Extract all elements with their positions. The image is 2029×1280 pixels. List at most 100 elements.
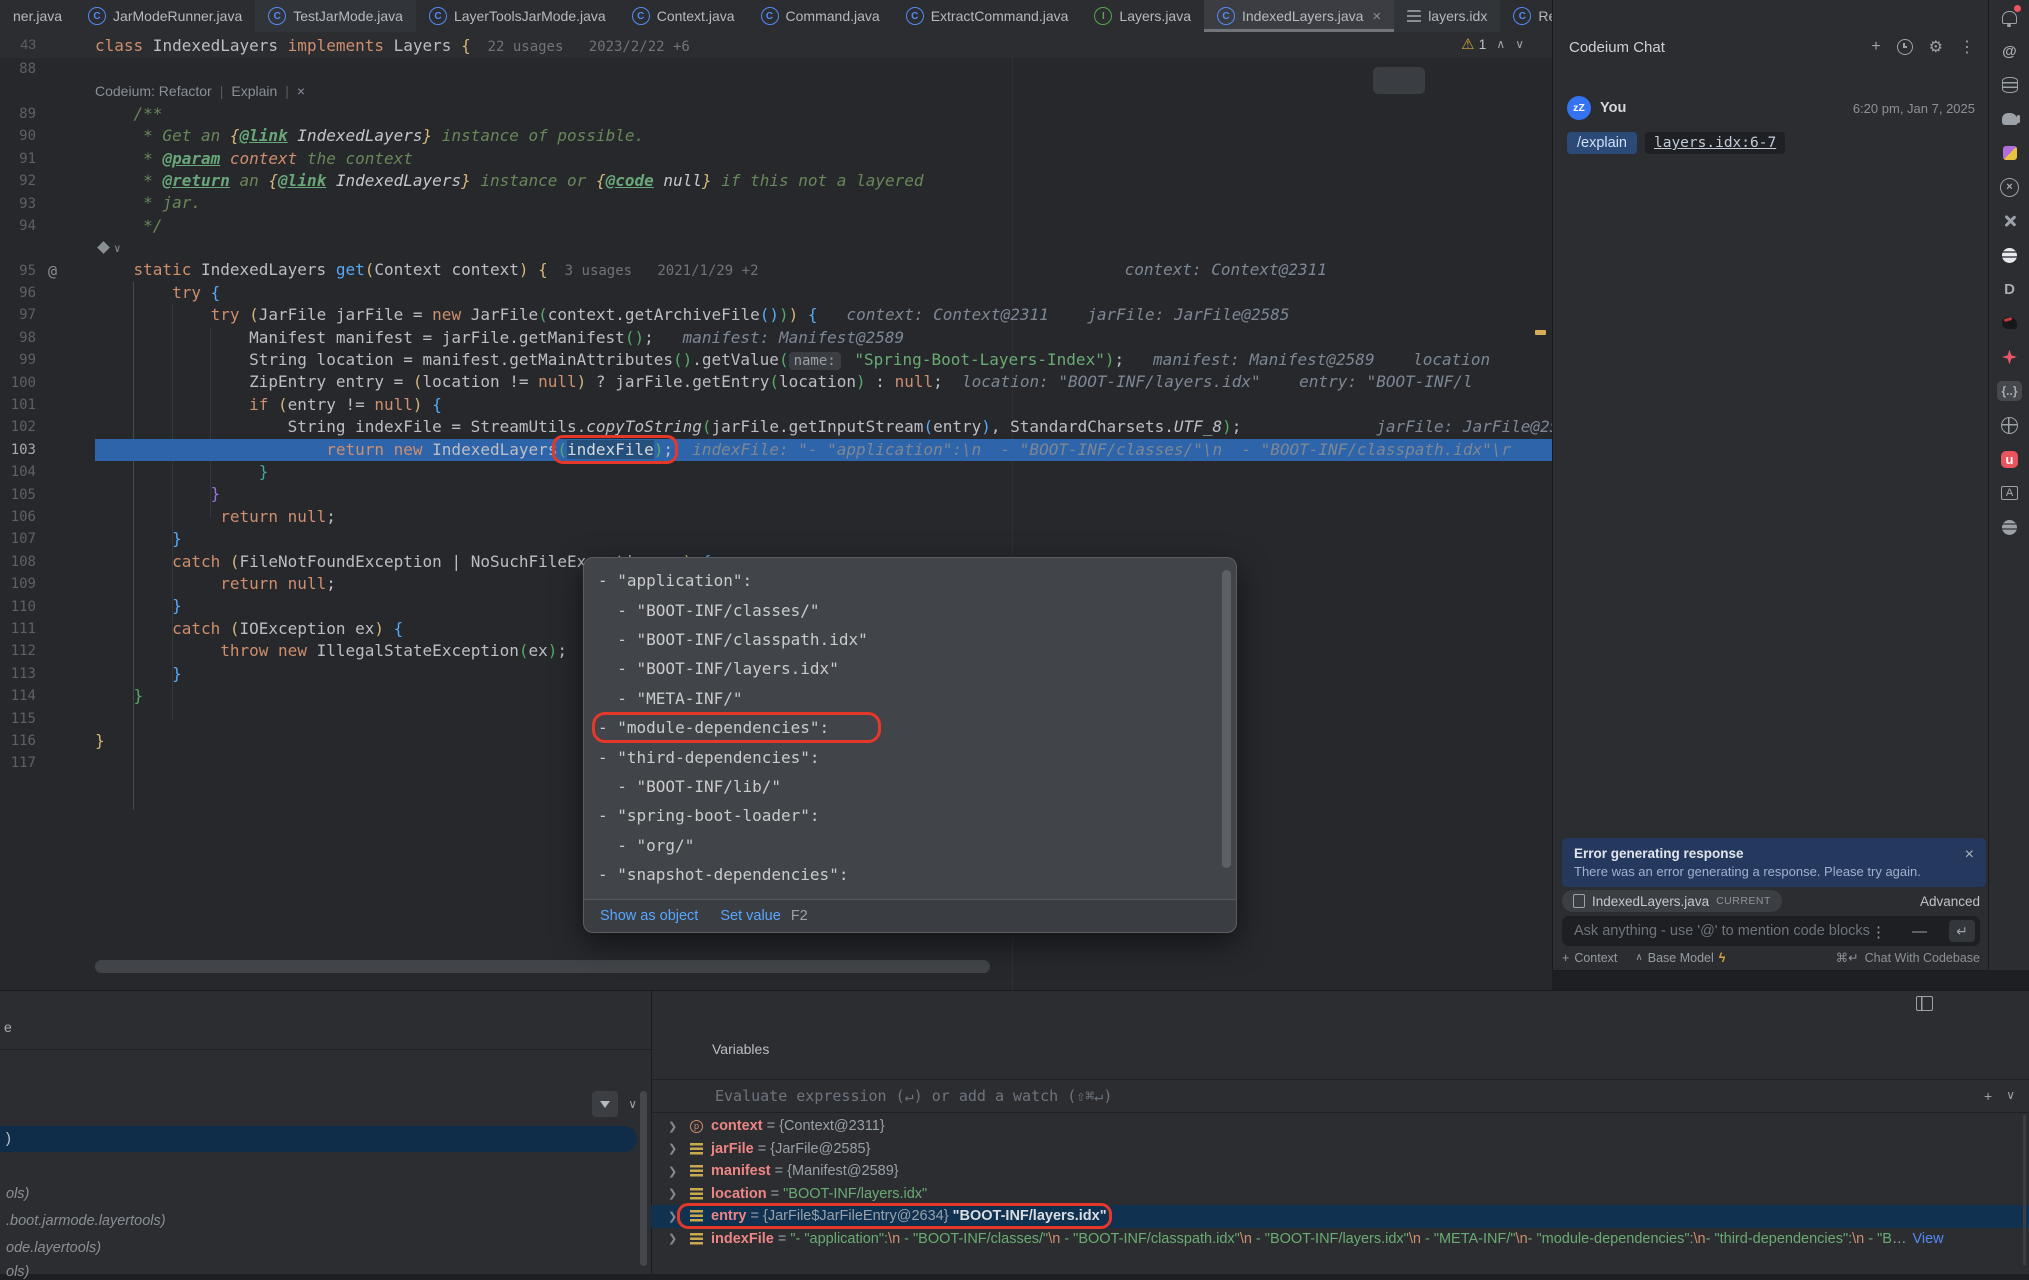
layout-grid-icon[interactable] <box>1916 996 1933 1011</box>
variable-row-manifest[interactable]: ❯manifest = {Manifest@2589} <box>651 1160 2029 1183</box>
prev-warning-chevron-icon[interactable]: ∧ <box>1496 37 1505 51</box>
letter-d-icon[interactable]: D <box>1989 272 2029 306</box>
chat-settings-gear-icon[interactable]: ⚙ <box>1929 37 1943 57</box>
evaluate-expression-input[interactable] <box>713 1086 1984 1106</box>
popup-scrollbar[interactable] <box>1222 570 1231 868</box>
selected-stack-frame[interactable]: ) <box>0 1126 637 1152</box>
popup-row[interactable]: - "org/" <box>584 831 1236 860</box>
popup-row[interactable]: - "META-INF/" <box>584 684 1236 713</box>
popup-row[interactable]: - "snapshot-dependencies": <box>584 860 1236 889</box>
frames-scrollbar[interactable] <box>640 1091 647 1266</box>
gradle-elephant-icon[interactable] <box>1989 102 2029 136</box>
watch-chevron-icon[interactable]: ∨ <box>2006 1088 2015 1104</box>
codeium-refactor-link[interactable]: Codeium: Refactor <box>95 80 212 102</box>
tab-Layers.java[interactable]: ILayers.java <box>1081 0 1204 32</box>
variable-row-location[interactable]: ❯location = "BOOT-INF/layers.idx" <box>651 1183 2029 1206</box>
code-braces-icon[interactable]: {..} <box>1989 374 2029 408</box>
stack-frame-item[interactable]: ode.layertools) <box>6 1240 101 1256</box>
new-chat-plus-icon[interactable]: + <box>1871 38 1880 56</box>
evaluate-expression-row[interactable]: + ∨ <box>651 1079 2029 1113</box>
editor-horizontal-scrollbar[interactable] <box>95 960 990 973</box>
error-stripe-warning-mark[interactable] <box>1535 330 1546 335</box>
gray-sphere-icon[interactable] <box>1989 510 2029 544</box>
add-context-button[interactable]: + Context <box>1562 951 1617 965</box>
bell-icon[interactable] <box>1989 0 2029 34</box>
context-file-chip[interactable]: IndexedLayers.java CURRENT <box>1562 890 1782 912</box>
dictionary-icon[interactable]: A <box>1989 476 2029 510</box>
add-watch-plus-icon[interactable]: + <box>1984 1088 1992 1104</box>
bird-icon[interactable] <box>1989 306 2029 340</box>
panel-more-icon[interactable]: ⋮ <box>1871 923 1886 941</box>
set-value-link[interactable]: Set value <box>720 908 780 924</box>
chat-with-codebase-button[interactable]: ⌘↵ Chat With Codebase <box>1836 950 1980 965</box>
chat-more-menu-icon[interactable]: ⋮ <box>1959 37 1975 57</box>
tab-IndexedLayers.java[interactable]: CIndexedLayers.java× <box>1204 0 1394 32</box>
package-plugin-icon[interactable] <box>1989 136 2029 170</box>
popup-row[interactable]: - "application": <box>584 566 1236 595</box>
tab-close-icon[interactable]: × <box>1372 8 1381 25</box>
code-editor[interactable]: 88Codeium: Refactor|Explain|×89 /**90 * … <box>0 58 1552 990</box>
tab-ner.java[interactable]: ner.java <box>0 0 75 32</box>
variable-value-part: - "module-dependencies": <box>1528 1231 1694 1247</box>
popup-row[interactable]: - "third-dependencies": <box>584 742 1236 771</box>
explain-command-pill[interactable]: /explain <box>1567 132 1637 154</box>
variables-scrollbar[interactable] <box>2023 1115 2026 1265</box>
ai-sparkle-icon[interactable] <box>97 241 110 254</box>
variable-row-jarFile[interactable]: ❯jarFile = {JarFile@2585} <box>651 1138 2029 1161</box>
popup-row[interactable]: - "spring-boot-loader": <box>584 801 1236 830</box>
codeium-dismiss-icon[interactable]: × <box>297 80 305 102</box>
code-reference-pill[interactable]: layers.idx:6-7 <box>1645 132 1785 154</box>
tab-JarModeRunner.java[interactable]: CJarModeRunner.java <box>75 0 255 32</box>
stack-frame-item[interactable]: ols) <box>6 1264 29 1280</box>
error-close-icon[interactable]: × <box>1965 846 1974 864</box>
variable-row-context[interactable]: ❯pcontext = {Context@2311} <box>651 1115 2029 1138</box>
stack-frame-item[interactable]: .boot.jarmode.layertools) <box>6 1213 166 1229</box>
codeium-explain-link[interactable]: Explain <box>231 80 277 102</box>
circle-x-icon[interactable]: × <box>1989 170 2029 204</box>
show-as-object-link[interactable]: Show as object <box>600 908 698 924</box>
view-link[interactable]: View <box>1912 1231 1943 1247</box>
tab-Context.java[interactable]: CContext.java <box>619 0 748 32</box>
database-icon[interactable] <box>1989 68 2029 102</box>
popup-row[interactable]: - "BOOT-INF/classes/" <box>584 595 1236 624</box>
expand-chevron-icon[interactable]: ❯ <box>668 1165 682 1178</box>
expand-chevron-icon[interactable]: ❯ <box>668 1232 682 1245</box>
frames-chevron-icon[interactable]: ∨ <box>628 1097 637 1111</box>
advanced-link[interactable]: Advanced <box>1920 894 1980 909</box>
model-selector[interactable]: ∧ Base Model ϟ <box>1635 951 1725 965</box>
tab-ExtractCommand.java[interactable]: CExtractCommand.java <box>893 0 1082 32</box>
expand-chevron-icon[interactable]: ❯ <box>668 1187 682 1200</box>
variable-row-entry[interactable]: ❯entry = {JarFile$JarFileEntry@2634} "BO… <box>651 1205 2029 1228</box>
send-enter-icon[interactable]: ↵ <box>1949 920 1975 942</box>
at-spiral-icon[interactable]: @ <box>1989 34 2029 68</box>
warning-icon[interactable]: ⚠ <box>1461 35 1474 53</box>
filter-funnel-icon[interactable] <box>592 1091 618 1117</box>
popup-row[interactable]: - "BOOT-INF/lib/" <box>584 772 1236 801</box>
variables-tab-label[interactable]: Variables <box>712 1041 769 1057</box>
globe-icon[interactable] <box>1989 408 2029 442</box>
chevron-down-icon[interactable]: ∨ <box>114 242 121 255</box>
tab-TestJarMode.java[interactable]: CTestJarMode.java <box>255 0 416 32</box>
tab-layers.idx[interactable]: layers.idx <box>1394 0 1500 32</box>
popup-value: - "spring-boot-loader": <box>598 806 820 825</box>
popup-row[interactable]: - "BOOT-INF/classpath.idx" <box>584 625 1236 654</box>
popup-row[interactable]: - "module-dependencies": <box>584 713 1236 742</box>
panel-minimize-icon[interactable]: — <box>1912 923 1927 941</box>
expand-chevron-icon[interactable]: ❯ <box>668 1210 682 1223</box>
red-u-plugin-icon[interactable]: u <box>1989 442 2029 476</box>
codeium-floating-widget[interactable] <box>1373 67 1425 94</box>
pink-spark-icon[interactable] <box>1989 340 2029 374</box>
stack-frame-item[interactable]: ols) <box>6 1186 29 1202</box>
expand-chevron-icon[interactable]: ❯ <box>668 1120 682 1133</box>
popup-row[interactable]: - "BOOT-INF/layers.idx" <box>584 654 1236 683</box>
debugger-value-popup: - "application": - "BOOT-INF/classes/" -… <box>583 557 1237 933</box>
tab-Command.java[interactable]: CCommand.java <box>748 0 893 32</box>
striped-sphere-icon[interactable] <box>1989 238 2029 272</box>
pinwheel-icon[interactable] <box>1989 204 2029 238</box>
next-warning-chevron-icon[interactable]: ∨ <box>1515 37 1524 51</box>
codeium-refactor-explain-inlay[interactable]: Codeium: Refactor|Explain|× <box>95 80 1552 102</box>
tab-LayerToolsJarMode.java[interactable]: CLayerToolsJarMode.java <box>416 0 619 32</box>
variable-row-indexFile[interactable]: ❯indexFile = "- "application":\n - "BOOT… <box>651 1228 2029 1251</box>
chat-history-icon[interactable] <box>1897 39 1913 55</box>
expand-chevron-icon[interactable]: ❯ <box>668 1142 682 1155</box>
